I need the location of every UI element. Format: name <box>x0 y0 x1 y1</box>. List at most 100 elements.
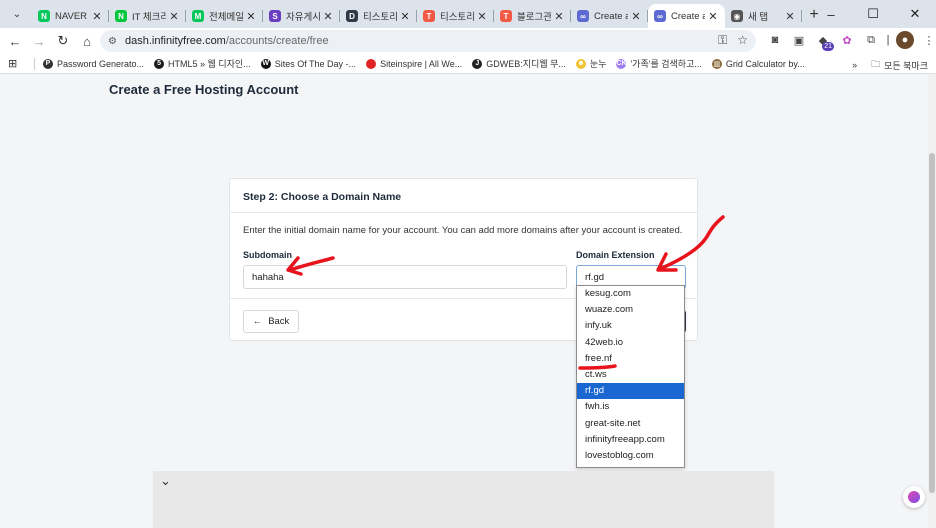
tab-close-icon[interactable]: ✕ <box>322 10 334 23</box>
bookmark-item-2[interactable]: W Sites Of The Day -... <box>260 57 356 70</box>
step-title: Step 2: Choose a Domain Name <box>230 179 697 213</box>
tab-favicon-icon: N <box>38 10 50 22</box>
camera-icon[interactable]: ◙ <box>766 31 784 49</box>
tab-close-icon[interactable]: ✕ <box>91 10 103 23</box>
image-icon[interactable]: ▣ <box>790 31 808 49</box>
tab-search-chevron-icon[interactable]: ⌄ <box>6 3 28 25</box>
bookmark-favicon-icon: P <box>43 58 53 69</box>
extension-option[interactable]: infinityfreeapp.com <box>577 432 684 448</box>
page-content: Create a Free Hosting Account Step 2: Ch… <box>0 75 936 528</box>
extension-option[interactable]: infy.uk <box>577 318 684 334</box>
assistant-float-button[interactable] <box>903 486 925 508</box>
brain-icon[interactable]: ✿ <box>838 31 856 49</box>
folder-icon: 🗀 <box>871 59 881 69</box>
bookmark-star-icon[interactable]: ☆ <box>737 33 748 48</box>
close-window-icon[interactable]: ✕ <box>894 0 936 28</box>
bookmark-item-6[interactable]: CK '가족'를 검색하고... <box>616 57 702 70</box>
minimize-icon[interactable]: – <box>810 0 852 28</box>
scrollbar-thumb[interactable] <box>929 153 935 493</box>
menu-kebab-icon[interactable]: ⋮ <box>920 31 936 49</box>
tab-favicon-icon: S <box>269 10 281 22</box>
tab-close-icon[interactable]: ✕ <box>168 10 180 23</box>
tab-close-icon[interactable]: ✕ <box>784 10 796 23</box>
maximize-icon[interactable]: ☐ <box>852 0 894 28</box>
extension-option[interactable]: rf.gd <box>577 383 684 400</box>
bookmark-favicon-icon <box>366 58 377 69</box>
extension-option[interactable]: free.nf <box>577 351 684 367</box>
extension-option[interactable]: wuaze.com <box>577 302 684 318</box>
home-icon[interactable]: ⌂ <box>76 30 98 52</box>
extension-option[interactable]: lovestoblog.com <box>577 448 684 464</box>
arrow-left-icon: ← <box>252 316 263 327</box>
bookmark-separator <box>34 57 35 70</box>
tab-4[interactable]: D 티스토리 ✕ <box>340 4 417 28</box>
url-text: dash.infinityfree.com/accounts/create/fr… <box>124 35 329 47</box>
tab-close-icon[interactable]: ✕ <box>707 10 719 23</box>
bookmark-item-3[interactable]: Siteinspire | All We... <box>366 57 462 70</box>
tab-close-icon[interactable]: ✕ <box>245 10 257 23</box>
tab-5[interactable]: T 티스토리 ✕ <box>417 4 494 28</box>
tab-7[interactable]: ∞ Create a ✕ <box>571 4 648 28</box>
more-bookmarks-icon[interactable]: » <box>852 60 857 70</box>
tab-favicon-icon: ◉ <box>731 10 743 22</box>
tab-close-icon[interactable]: ✕ <box>630 10 642 23</box>
site-info-icon[interactable]: ⚙ <box>108 36 117 47</box>
tab-title: 자유게시 <box>286 12 320 23</box>
back-button[interactable]: ← Back <box>243 310 299 333</box>
extension-badge-icon[interactable]: ◆ 21 <box>814 31 834 51</box>
back-arrow-icon[interactable]: ← <box>4 30 26 52</box>
step-description: Enter the initial domain name for your a… <box>243 225 683 236</box>
bookmark-item-0[interactable]: P Password Generato... <box>43 57 144 70</box>
tab-title: 전체메일 <box>209 12 243 23</box>
extension-dropdown-list: kesug.com wuaze.com infy.uk 42web.io free.nf… <box>576 285 685 468</box>
bottom-panel: ⌄ <box>153 471 774 528</box>
tab-favicon-icon: M <box>192 10 204 22</box>
tab-close-icon[interactable]: ✕ <box>399 10 411 23</box>
tab-close-icon[interactable]: ✕ <box>476 10 488 23</box>
tab-title: IT 체크리 <box>132 12 166 23</box>
tab-2[interactable]: M 전체메일 ✕ <box>186 4 263 28</box>
tab-favicon-icon: D <box>346 10 358 22</box>
extension-option[interactable]: 42web.io <box>577 335 684 351</box>
tab-favicon-icon: ∞ <box>654 10 666 22</box>
extension-option[interactable]: kesug.com <box>577 286 684 302</box>
extension-option[interactable]: ct.ws <box>577 367 684 383</box>
subdomain-label: Subdomain <box>243 250 292 260</box>
all-bookmarks-folder[interactable]: 🗀 모든 북마크 <box>871 57 928 73</box>
extension-label: Domain Extension <box>576 250 655 260</box>
tab-title: 새 탭 <box>748 12 769 23</box>
apps-grid-icon[interactable]: ⊞ <box>8 57 28 70</box>
chevron-down-icon[interactable]: ⌄ <box>160 473 171 489</box>
bookmark-favicon-icon: CK <box>616 58 627 69</box>
window-controls: – ☐ ✕ <box>810 0 936 28</box>
bookmark-favicon-icon: J <box>472 58 483 69</box>
tab-title: 티스토리 <box>440 12 474 23</box>
tab-0[interactable]: N NAVER ✕ <box>32 4 109 28</box>
page-title: Create a Free Hosting Account <box>109 82 299 97</box>
puzzle-icon[interactable]: ⧉ <box>862 31 880 49</box>
tab-9[interactable]: ◉ 새 탭 ✕ <box>725 4 802 28</box>
tab-8[interactable]: ∞ Create a ✕ <box>648 4 725 28</box>
address-bar[interactable]: ⚙ dash.infinityfree.com/accounts/create/… <box>100 30 756 52</box>
tab-1[interactable]: N IT 체크리 ✕ <box>109 4 186 28</box>
extension-option[interactable]: fwh.is <box>577 399 684 415</box>
reload-icon[interactable]: ↻ <box>52 30 74 52</box>
tab-close-icon[interactable]: ✕ <box>553 10 565 23</box>
bookmark-item-7[interactable]: ▥ Grid Calculator by... <box>711 57 805 70</box>
extension-option[interactable]: great-site.net <box>577 416 684 432</box>
tab-title: NAVER <box>55 10 88 22</box>
forward-arrow-icon[interactable]: → <box>28 30 50 52</box>
bookmark-item-5[interactable]: ☻ 눈누 <box>575 57 606 70</box>
tab-6[interactable]: T 블로그관 ✕ <box>494 4 571 28</box>
bookmarks-bar: ⊞ P Password Generato... 5 HTML5 » 웹 디자인...… <box>0 54 936 74</box>
tab-3[interactable]: S 자유게시 ✕ <box>263 4 340 28</box>
key-icon[interactable]: ⚿ <box>718 33 727 48</box>
bookmark-item-1[interactable]: 5 HTML5 » 웹 디자인... <box>154 57 251 70</box>
bookmark-favicon-icon: ☻ <box>575 58 586 69</box>
bookmark-item-4[interactable]: J GDWEB:지디웹 무... <box>472 57 566 70</box>
page-scrollbar[interactable] <box>928 75 936 528</box>
extensions-area: ◙ ▣ ◆ 21 ✿ ⧉ | ● ⋮ <box>766 31 936 51</box>
subdomain-input[interactable]: hahaha <box>243 265 567 289</box>
avatar[interactable]: ● <box>896 31 914 49</box>
browser-toolbar: ← → ↻ ⌂ ⚙ dash.infinityfree.com/accounts… <box>0 28 936 54</box>
